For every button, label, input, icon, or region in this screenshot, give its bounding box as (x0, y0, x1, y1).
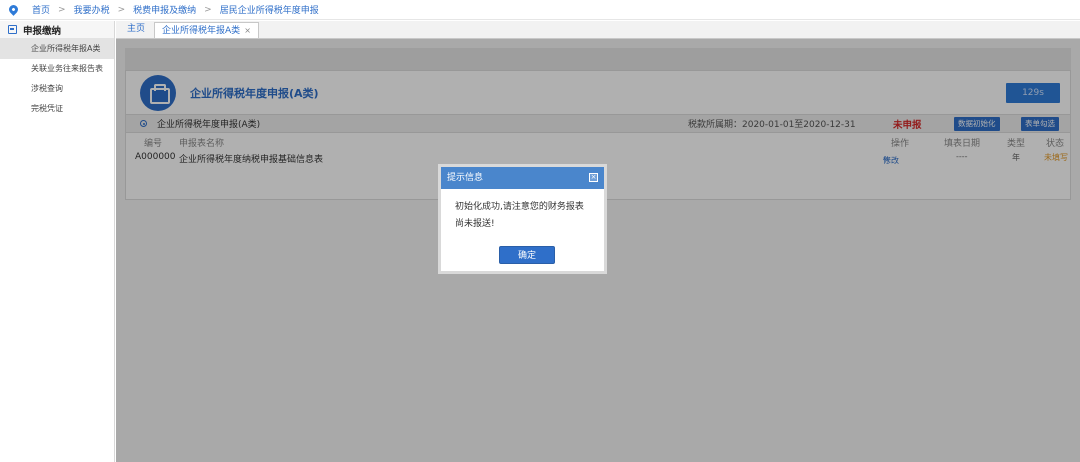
sidebar-item-related-transactions[interactable]: 关联业务往来报告表 (0, 59, 114, 79)
breadcrumb-home[interactable]: 首页 (32, 3, 50, 16)
dialog-message: 初始化成功,请注意您的财务报表 尚未报送! (441, 189, 604, 233)
location-pin-icon (7, 3, 20, 16)
breadcrumb-separator: > (117, 4, 126, 15)
sidebar: 申报缴纳 企业所得税年报A类 关联业务往来报告表 涉税查询 完税凭证 (0, 21, 115, 462)
tab-bar: 主页 企业所得税年报A类 × (116, 21, 1080, 39)
breadcrumb-annual-filing[interactable]: 居民企业所得税年度申报 (220, 3, 319, 16)
info-dialog: 提示信息 × 初始化成功,请注意您的财务报表 尚未报送! 确定 (438, 164, 607, 274)
sidebar-title: 申报缴纳 (23, 25, 62, 37)
tab-close-icon[interactable]: × (244, 26, 251, 35)
breadcrumb-separator: > (204, 4, 212, 15)
sidebar-item-annual-report-a[interactable]: 企业所得税年报A类 (0, 39, 114, 59)
close-icon[interactable]: × (589, 173, 598, 182)
breadcrumb-separator: > (58, 4, 66, 15)
dialog-message-line2: 尚未报送! (455, 219, 495, 229)
tab-annual-report-a[interactable]: 企业所得税年报A类 × (154, 22, 259, 38)
tab-label: 企业所得税年报A类 (162, 26, 241, 36)
ok-button[interactable]: 确定 (499, 246, 555, 264)
sidebar-header: 申报缴纳 (0, 21, 114, 39)
sidebar-item-tax-query[interactable]: 涉税查询 (0, 79, 114, 99)
breadcrumb-tax-services[interactable]: 我要办税 (74, 3, 110, 16)
sidebar-item-tax-certificate[interactable]: 完税凭证 (0, 99, 114, 119)
dialog-title: 提示信息 (447, 173, 484, 183)
breadcrumb-filing-payment[interactable]: 税费申报及缴纳 (133, 3, 196, 16)
menu-box-icon (8, 25, 17, 34)
tab-home[interactable]: 主页 (120, 22, 152, 38)
dialog-header: 提示信息 × (441, 167, 604, 189)
breadcrumb: 首页 > 我要办税 > 税费申报及缴纳 > 居民企业所得税年度申报 (0, 0, 1080, 20)
dialog-message-line1: 初始化成功,请注意您的财务报表 (455, 202, 584, 212)
tab-label: 主页 (127, 24, 146, 34)
